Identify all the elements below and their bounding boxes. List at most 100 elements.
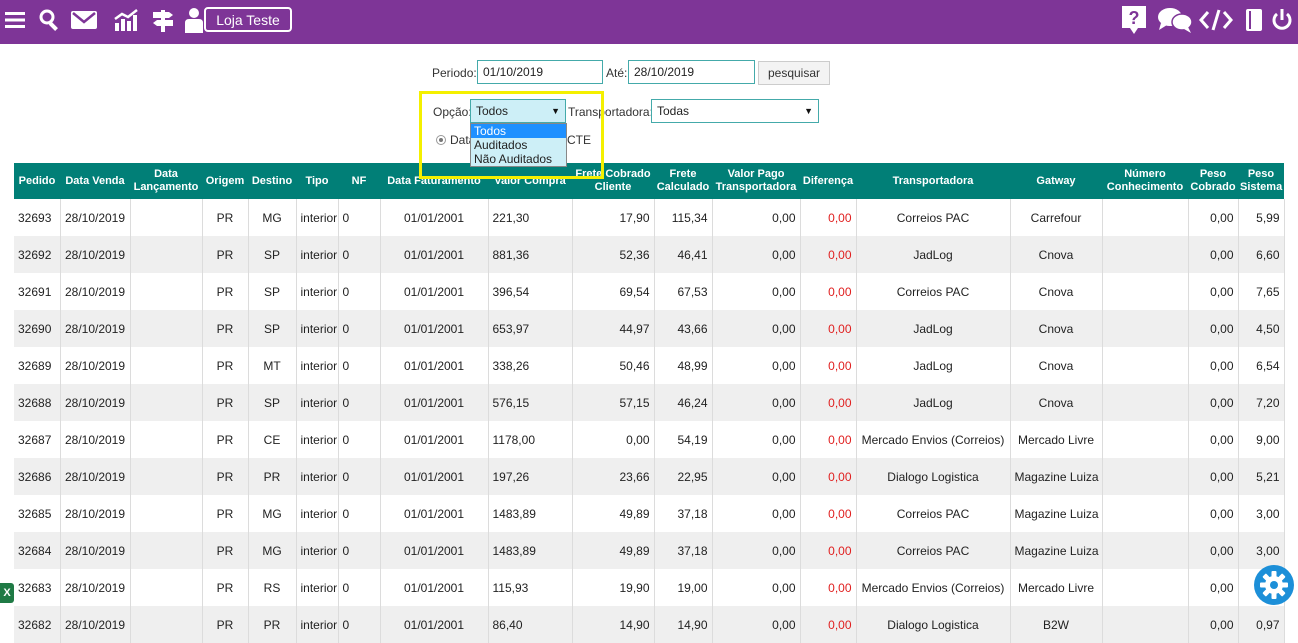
- cell-diferenca: 0,00: [800, 495, 857, 532]
- cell-data-venda: 28/10/2019: [60, 273, 131, 310]
- chart-icon[interactable]: [112, 4, 140, 36]
- cell-peso-sistema: 6,54: [1238, 347, 1285, 384]
- dropdown-option-auditados[interactable]: Auditados: [471, 138, 566, 152]
- cell-origem: PR: [202, 384, 249, 421]
- column-header-data-faturamento[interactable]: Data Faturamento: [380, 163, 488, 199]
- column-header-origem[interactable]: Origem: [202, 163, 248, 199]
- cell-diferenca: 0,00: [800, 236, 857, 273]
- chat-icon[interactable]: [1156, 4, 1194, 36]
- code-icon[interactable]: [1198, 4, 1234, 36]
- column-header-numero-conhecimento[interactable]: Número Conhecimento: [1102, 163, 1188, 199]
- cell-frete-calculado: 22,95: [654, 458, 713, 495]
- table-row[interactable]: 32690 28/10/2019 PR SP interior 0 01/01/2001 65…: [14, 310, 1285, 347]
- cell-transportadora: JadLog: [856, 347, 1011, 384]
- cell-gatway: Cnova: [1010, 310, 1103, 347]
- cell-valor-pago: 0,00: [712, 347, 801, 384]
- table-row[interactable]: 32685 28/10/2019 PR MG interior 0 01/01/2001 14…: [14, 495, 1285, 532]
- periodo-start-input[interactable]: 01/10/2019: [477, 60, 603, 84]
- periodo-end-input[interactable]: 28/10/2019: [628, 60, 755, 84]
- cell-data-faturamento: 01/01/2001: [380, 273, 489, 310]
- table-row[interactable]: 32689 28/10/2019 PR MT interior 0 01/01/2001 33…: [14, 347, 1285, 384]
- cell-gatway: Cnova: [1010, 236, 1103, 273]
- excel-icon[interactable]: X: [0, 583, 14, 603]
- cell-frete-calculado: 43,66: [654, 310, 713, 347]
- column-header-frete-cobrado[interactable]: Frete Cobrado Cliente: [572, 163, 654, 199]
- transportadora-select[interactable]: Todas ▼: [651, 99, 819, 123]
- cell-frete-cobrado: 50,46: [572, 347, 655, 384]
- opcao-select[interactable]: Todos ▼: [470, 99, 566, 123]
- column-header-frete-calculado[interactable]: Frete Calculado: [654, 163, 712, 199]
- column-header-pedido[interactable]: Pedido: [14, 163, 60, 199]
- cell-valor-pago: 0,00: [712, 236, 801, 273]
- cell-data-venda: 28/10/2019: [60, 384, 131, 421]
- cell-frete-cobrado: 49,89: [572, 532, 655, 569]
- cell-gatway: Cnova: [1010, 384, 1103, 421]
- cell-frete-cobrado: 0,00: [572, 421, 655, 458]
- cell-gatway: Magazine Luiza: [1010, 458, 1103, 495]
- cell-peso-sistema: 3,00: [1238, 495, 1285, 532]
- column-header-destino[interactable]: Destino: [248, 163, 296, 199]
- cell-valor-compra: 396,54: [488, 273, 573, 310]
- mail-icon[interactable]: [69, 4, 99, 36]
- help-icon[interactable]: ?: [1120, 4, 1148, 36]
- cell-frete-calculado: 67,53: [654, 273, 713, 310]
- dropdown-option-todos[interactable]: Todos: [471, 124, 566, 138]
- column-header-nf[interactable]: NF: [338, 163, 380, 199]
- search-button[interactable]: pesquisar: [758, 61, 830, 85]
- table-row[interactable]: 32687 28/10/2019 PR CE interior 0 01/01/2001 11…: [14, 421, 1285, 458]
- dropdown-option-nao-auditados[interactable]: Não Auditados: [471, 152, 566, 166]
- column-header-peso-cobrado[interactable]: Peso Cobrado: [1188, 163, 1238, 199]
- column-header-transportadora[interactable]: Transportadora: [856, 163, 1010, 199]
- cell-valor-pago: 0,00: [712, 532, 801, 569]
- cell-gatway: Magazine Luiza: [1010, 532, 1103, 569]
- user-icon[interactable]: [183, 4, 205, 36]
- radio-button[interactable]: [436, 135, 446, 145]
- table-row[interactable]: 32688 28/10/2019 PR SP interior 0 01/01/2001 57…: [14, 384, 1285, 421]
- cell-data-lancamento: [130, 421, 203, 458]
- table-row[interactable]: 32693 28/10/2019 PR MG interior 0 01/01/2001 22…: [14, 199, 1285, 236]
- column-header-data-venda[interactable]: Data Venda: [60, 163, 130, 199]
- table-row[interactable]: 32691 28/10/2019 PR SP interior 0 01/01/2001 39…: [14, 273, 1285, 310]
- table-row[interactable]: 32683 28/10/2019 PR RS interior 0 01/01/2001 11…: [14, 569, 1285, 606]
- cell-frete-calculado: 115,34: [654, 199, 713, 236]
- cell-peso-sistema: 7,65: [1238, 273, 1285, 310]
- column-header-gatway[interactable]: Gatway: [1010, 163, 1102, 199]
- table-row[interactable]: 32684 28/10/2019 PR MG interior 0 01/01/2001 14…: [14, 532, 1285, 569]
- cell-transportadora: Correios PAC: [856, 532, 1011, 569]
- cell-valor-pago: 0,00: [712, 384, 801, 421]
- signpost-icon[interactable]: [151, 4, 175, 36]
- column-header-peso-sistema[interactable]: Peso Sistema: [1238, 163, 1284, 199]
- cell-tipo: interior: [296, 199, 339, 236]
- table-row[interactable]: 32686 28/10/2019 PR PR interior 0 01/01/2001 19…: [14, 458, 1285, 495]
- book-icon[interactable]: [1242, 4, 1266, 36]
- cell-numero-conhecimento: [1102, 384, 1189, 421]
- cell-data-faturamento: 01/01/2001: [380, 458, 489, 495]
- cell-frete-cobrado: 19,90: [572, 569, 655, 606]
- store-button[interactable]: Loja Teste: [204, 7, 292, 32]
- cell-transportadora: Mercado Envios (Correios): [856, 569, 1011, 606]
- cell-frete-cobrado: 17,90: [572, 199, 655, 236]
- gear-icon[interactable]: [1254, 565, 1294, 605]
- cell-destino: SP: [248, 310, 297, 347]
- cell-gatway: Mercado Livre: [1010, 421, 1103, 458]
- column-header-valor-compra[interactable]: Valor Compra: [488, 163, 572, 199]
- power-icon[interactable]: [1270, 4, 1294, 36]
- cell-data-lancamento: [130, 495, 203, 532]
- chevron-down-icon: ▼: [804, 106, 813, 116]
- cell-transportadora: Dialogo Logistica: [856, 458, 1011, 495]
- column-header-tipo[interactable]: Tipo: [296, 163, 338, 199]
- cell-destino: PR: [248, 458, 297, 495]
- cell-pedido: 32685: [14, 495, 61, 532]
- cell-peso-cobrado: 0,00: [1188, 569, 1239, 606]
- column-header-valor-pago[interactable]: Valor Pago Transportadora: [712, 163, 800, 199]
- cell-frete-calculado: 37,18: [654, 532, 713, 569]
- menu-icon[interactable]: [4, 4, 26, 36]
- cell-valor-compra: 1178,00: [488, 421, 573, 458]
- column-header-data-lancamento[interactable]: Data Lançamento: [130, 163, 202, 199]
- column-header-diferenca[interactable]: Diferença: [800, 163, 856, 199]
- search-icon[interactable]: [38, 4, 62, 36]
- cell-valor-compra: 221,30: [488, 199, 573, 236]
- cell-peso-sistema: 7,20: [1238, 384, 1285, 421]
- table-row[interactable]: 32692 28/10/2019 PR SP interior 0 01/01/2001 88…: [14, 236, 1285, 273]
- cell-pedido: 32684: [14, 532, 61, 569]
